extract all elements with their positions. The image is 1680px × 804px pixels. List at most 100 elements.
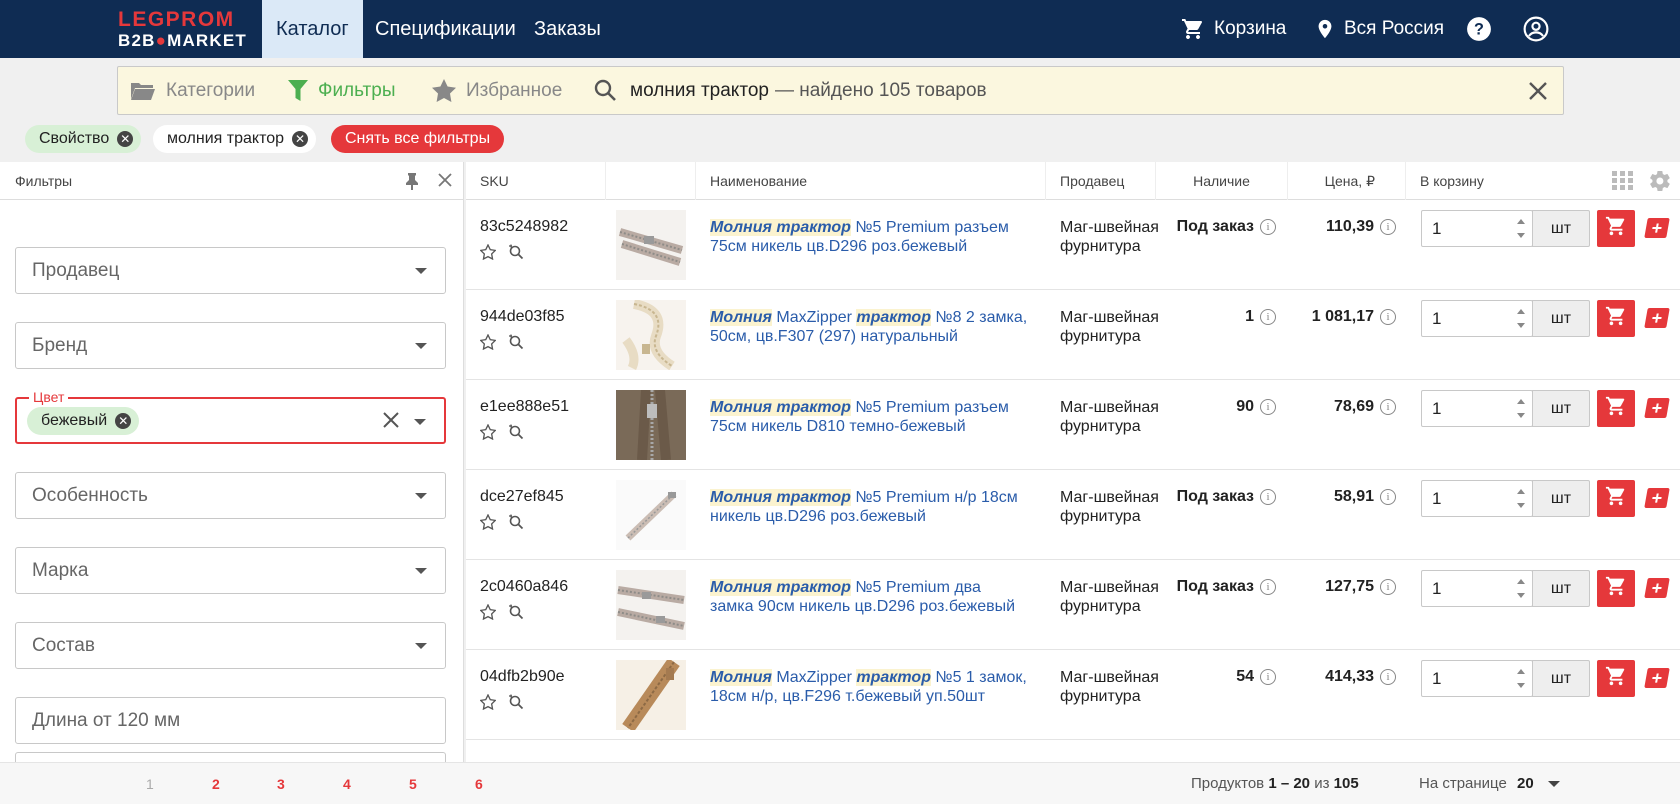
unit-selector[interactable]: шт bbox=[1532, 300, 1590, 337]
find-similar-icon[interactable] bbox=[508, 514, 524, 535]
column-header-seller[interactable]: Продавец bbox=[1046, 162, 1156, 200]
add-to-cart-button[interactable] bbox=[1597, 300, 1635, 337]
info-icon[interactable]: i bbox=[1380, 399, 1396, 415]
feature-select[interactable]: Особенность bbox=[15, 472, 446, 519]
add-to-specification-button[interactable]: + bbox=[1644, 398, 1670, 418]
column-header-stock[interactable]: Наличие bbox=[1156, 162, 1288, 200]
search-icon[interactable] bbox=[594, 79, 616, 101]
unit-selector[interactable]: шт bbox=[1532, 210, 1590, 247]
quantity-stepper[interactable]: 1 bbox=[1421, 390, 1533, 427]
table-row-partial[interactable] bbox=[466, 740, 1680, 762]
page-2[interactable]: 2 bbox=[212, 763, 220, 804]
product-thumbnail[interactable] bbox=[616, 480, 686, 550]
gear-icon[interactable] bbox=[1648, 169, 1672, 193]
chip-query[interactable]: молния трактор ✕ bbox=[153, 125, 317, 153]
column-header-sku[interactable]: SKU bbox=[466, 162, 606, 200]
unit-selector[interactable]: шт bbox=[1532, 390, 1590, 427]
quantity-stepper[interactable]: 1 bbox=[1421, 300, 1533, 337]
product-thumbnail[interactable] bbox=[616, 389, 686, 461]
stepper-arrows-icon[interactable] bbox=[1516, 665, 1526, 692]
add-to-specification-button[interactable]: + bbox=[1644, 488, 1670, 508]
pin-icon[interactable] bbox=[404, 172, 420, 190]
find-similar-icon[interactable] bbox=[508, 244, 524, 265]
unit-selector[interactable]: шт bbox=[1532, 570, 1590, 607]
categories-button[interactable]: Категории bbox=[130, 67, 255, 114]
mark-select[interactable]: Марка bbox=[15, 547, 446, 594]
product-thumbnail[interactable] bbox=[616, 570, 686, 640]
close-panel-icon[interactable] bbox=[437, 172, 453, 188]
color-chip[interactable]: бежевый ✕ bbox=[27, 406, 140, 435]
composition-select[interactable]: Состав bbox=[15, 622, 446, 669]
remove-chip-icon[interactable]: ✕ bbox=[115, 412, 132, 429]
favorite-star-icon[interactable] bbox=[479, 333, 497, 355]
reset-filters-button[interactable]: Снять все фильтры bbox=[331, 125, 505, 153]
brand-select[interactable]: Бренд bbox=[15, 322, 446, 369]
stepper-arrows-icon[interactable] bbox=[1516, 215, 1526, 242]
table-row[interactable]: 2c0460a846 Молния трактор №5 Premium два … bbox=[466, 560, 1680, 650]
product-name-link[interactable]: Молния MaxZipper трактор №8 2 замка, 50с… bbox=[710, 308, 1028, 346]
per-page-select[interactable]: На странице 20 bbox=[1419, 763, 1560, 804]
add-to-specification-button[interactable]: + bbox=[1644, 218, 1670, 238]
color-select[interactable]: Цвет бежевый ✕ bbox=[15, 389, 446, 444]
page-5[interactable]: 5 bbox=[409, 763, 417, 804]
product-thumbnail[interactable] bbox=[616, 299, 686, 371]
table-row[interactable]: 83c5248982 Молния трактор №5 Premium разъ… bbox=[466, 200, 1680, 290]
quantity-stepper[interactable]: 1 bbox=[1421, 570, 1533, 607]
stepper-arrows-icon[interactable] bbox=[1516, 305, 1526, 332]
page-3[interactable]: 3 bbox=[277, 763, 285, 804]
remove-chip-icon[interactable]: ✕ bbox=[292, 131, 309, 147]
product-name-link[interactable]: Молния трактор №5 Premium два замка 90см… bbox=[710, 578, 1028, 616]
quantity-stepper[interactable]: 1 bbox=[1421, 210, 1533, 247]
seller-select[interactable]: Продавец bbox=[15, 247, 446, 294]
product-name-link[interactable]: Молния трактор №5 Premium разъем 75см ни… bbox=[710, 398, 1028, 436]
quantity-stepper[interactable]: 1 bbox=[1421, 480, 1533, 517]
info-icon[interactable]: i bbox=[1380, 669, 1396, 685]
add-to-cart-button[interactable] bbox=[1597, 210, 1635, 247]
product-name-link[interactable]: Молния MaxZipper трактор №5 1 замок, 18с… bbox=[710, 668, 1028, 706]
tab-specifications[interactable]: Спецификации bbox=[361, 0, 530, 58]
add-to-cart-button[interactable] bbox=[1597, 480, 1635, 517]
help-button[interactable]: ? bbox=[1466, 0, 1500, 58]
add-to-cart-button[interactable] bbox=[1597, 660, 1635, 697]
cart-link[interactable]: Корзина bbox=[1180, 0, 1286, 58]
favorite-star-icon[interactable] bbox=[479, 243, 497, 265]
unit-selector[interactable]: шт bbox=[1532, 480, 1590, 517]
legprom-logo[interactable]: LEGPROM B2B●MARKET bbox=[118, 8, 248, 52]
find-similar-icon[interactable] bbox=[508, 694, 524, 715]
account-button[interactable] bbox=[1523, 0, 1557, 58]
tab-orders[interactable]: Заказы bbox=[520, 0, 615, 58]
find-similar-icon[interactable] bbox=[508, 424, 524, 445]
favorite-star-icon[interactable] bbox=[479, 513, 497, 535]
unit-selector[interactable]: шт bbox=[1532, 660, 1590, 697]
add-to-specification-button[interactable]: + bbox=[1644, 308, 1670, 328]
add-to-specification-button[interactable]: + bbox=[1644, 578, 1670, 598]
product-thumbnail[interactable] bbox=[616, 210, 686, 280]
page-4[interactable]: 4 bbox=[343, 763, 351, 804]
favorite-star-icon[interactable] bbox=[479, 603, 497, 625]
page-6[interactable]: 6 bbox=[475, 763, 483, 804]
table-row[interactable]: dce27ef845 Молния трактор №5 Premium н/р … bbox=[466, 470, 1680, 560]
search-query-text[interactable]: молния трактор — найдено 105 товаров bbox=[630, 67, 987, 114]
find-similar-icon[interactable] bbox=[508, 604, 524, 625]
region-selector[interactable]: Вся Россия bbox=[1314, 0, 1444, 58]
chip-property[interactable]: Свойство ✕ bbox=[25, 125, 142, 153]
product-thumbnail[interactable] bbox=[616, 657, 686, 733]
add-to-specification-button[interactable]: + bbox=[1644, 668, 1670, 688]
add-to-cart-button[interactable] bbox=[1597, 390, 1635, 427]
clear-selection-icon[interactable] bbox=[382, 411, 400, 429]
filters-button[interactable]: Фильтры bbox=[288, 67, 395, 114]
favorites-button[interactable]: Избранное bbox=[432, 67, 562, 114]
tab-catalog[interactable]: Каталог bbox=[262, 0, 363, 58]
clear-search-icon[interactable] bbox=[1525, 78, 1551, 104]
stepper-arrows-icon[interactable] bbox=[1516, 575, 1526, 602]
quantity-stepper[interactable]: 1 bbox=[1421, 660, 1533, 697]
info-icon[interactable]: i bbox=[1380, 579, 1396, 595]
add-to-cart-button[interactable] bbox=[1597, 570, 1635, 607]
find-similar-icon[interactable] bbox=[508, 334, 524, 355]
product-name-link[interactable]: Молния трактор №5 Premium н/р 18см никел… bbox=[710, 488, 1028, 526]
page-1[interactable]: 1 bbox=[146, 763, 154, 804]
info-icon[interactable]: i bbox=[1380, 489, 1396, 505]
stepper-arrows-icon[interactable] bbox=[1516, 485, 1526, 512]
table-row[interactable]: 944de03f85 Молния MaxZipper трактор №8 2 … bbox=[466, 290, 1680, 380]
remove-chip-icon[interactable]: ✕ bbox=[117, 131, 134, 147]
